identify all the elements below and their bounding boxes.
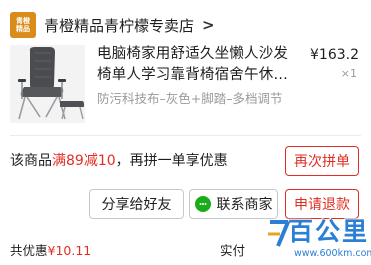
order-card: 青橙 精品 青橙精品青柠檬专卖店 > 电脑椅家用舒适久坐懒人沙发椅单人学习靠背椅… <box>0 0 371 265</box>
watermark: 百公里 www.600km.com <box>266 212 371 264</box>
discount-amount: ¥10.11 <box>47 243 92 258</box>
total-discount: 共优惠¥10.11 <box>10 240 91 259</box>
discount-label: 共优惠 <box>10 243 48 258</box>
contact-merchant-button[interactable]: 联系商家 <box>189 189 278 219</box>
paid-label: 实付 <box>220 243 246 258</box>
product-spec: 防污科技布–灰色+脚踏–多档调节 <box>97 91 283 106</box>
watermark-logo-icon <box>268 220 290 247</box>
rebuy-button-label: 再次拼单 <box>294 154 350 170</box>
share-button[interactable]: 分享给好友 <box>89 189 184 219</box>
product-quantity: ×1 <box>340 67 357 80</box>
chat-bubble-icon <box>194 196 211 212</box>
chevron-right-icon[interactable]: > <box>202 16 215 34</box>
product-title[interactable]: 电脑椅家用舒适久坐懒人沙发椅单人学习靠背椅宿舍午休办公椅 <box>97 44 297 86</box>
promo-prefix: 该商品 <box>10 153 52 169</box>
promo-suffix: ，再拼一单享优惠 <box>115 153 228 169</box>
product-price: ¥163.2 <box>310 47 359 63</box>
store-name[interactable]: 青橙精品青柠檬专卖店 <box>44 15 194 36</box>
store-logo-text: 青橙 精品 <box>16 17 30 33</box>
refund-button-label: 申请退款 <box>294 197 350 213</box>
store-logo: 青橙 精品 <box>10 12 36 38</box>
divider <box>10 135 361 136</box>
product-image[interactable] <box>10 45 85 123</box>
refund-button[interactable]: 申请退款 <box>285 189 359 219</box>
contact-merchant-label: 联系商家 <box>216 197 273 213</box>
store-header[interactable]: 青橙 精品 青橙精品青柠檬专卖店 > <box>10 12 215 38</box>
watermark-url: www.600km.com <box>294 248 371 259</box>
promo-highlight: 满89减10 <box>52 153 116 169</box>
promo-text: 该商品满89减10，再拼一单享优惠 <box>10 150 228 170</box>
rebuy-button[interactable]: 再次拼单 <box>285 146 359 176</box>
office-chair-image <box>10 45 85 123</box>
share-button-label: 分享给好友 <box>101 197 172 213</box>
